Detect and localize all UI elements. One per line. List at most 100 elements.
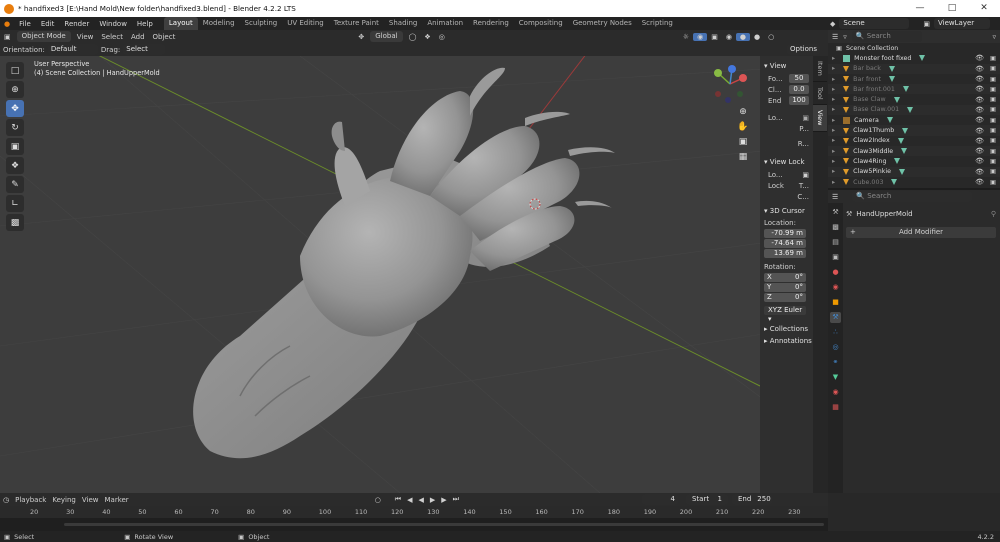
clip-end-field[interactable]: 100 [789, 96, 809, 105]
start-frame-field[interactable]: Start 1 [685, 494, 728, 505]
minimize-button[interactable]: — [904, 0, 936, 17]
ortho-grid-icon[interactable]: ▦ [737, 151, 749, 163]
cursor-tool-icon[interactable]: ⊕ [6, 81, 24, 98]
render-visibility-icon[interactable]: ▣ [990, 86, 996, 93]
world-tab-icon[interactable]: ◉ [830, 282, 841, 293]
tab-modeling[interactable]: Modeling [198, 17, 240, 30]
outliner-item[interactable]: ▸ Base Claw 👁 ▣ [828, 94, 1000, 104]
jump-start-icon[interactable]: ⏮ [392, 495, 404, 504]
render-visibility-icon[interactable]: ▣ [990, 179, 996, 186]
rotation-mode-dropdown[interactable]: XYZ Euler ▾ [764, 306, 806, 323]
transform-tool-icon[interactable]: ❖ [6, 157, 24, 174]
timeline-track[interactable] [0, 518, 828, 531]
pan-hand-icon[interactable]: ✋ [737, 121, 749, 133]
visibility-eye-icon[interactable]: 👁 [975, 54, 984, 62]
shading-solid-icon[interactable]: ● [735, 32, 751, 41]
rotation-y-field[interactable]: Y 0° [764, 283, 806, 292]
tab-item[interactable]: Item [813, 56, 827, 82]
mode-dropdown[interactable]: Object Mode [16, 31, 71, 42]
prev-key-icon[interactable]: ◀ [404, 496, 415, 504]
view-lock-header[interactable]: ▾ View Lock [764, 158, 813, 166]
xray-icon[interactable]: ▣ [707, 33, 722, 41]
local-p-label[interactable]: P... [799, 125, 809, 133]
eyedropper-icon[interactable]: ▣ [802, 171, 809, 179]
render-visibility-icon[interactable]: ▣ [990, 168, 996, 175]
blender-menu-icon[interactable]: ● [0, 20, 14, 28]
gizmo-toggle-icon[interactable]: ☼ [679, 33, 693, 41]
scene-name[interactable]: Scene [839, 18, 910, 29]
menu-object[interactable]: Object [149, 33, 180, 41]
shading-rendered-icon[interactable]: ○ [764, 33, 778, 41]
jump-end-icon[interactable]: ⏭ [450, 495, 462, 504]
menu-select[interactable]: Select [97, 33, 127, 41]
overlay-icon[interactable]: ◉ [693, 32, 708, 41]
visibility-eye-icon[interactable]: 👁 [975, 96, 984, 104]
lock-camera-checkbox[interactable]: C... [797, 193, 809, 201]
outliner-item[interactable]: ▸ Bar back 👁 ▣ [828, 63, 1000, 74]
collections-header[interactable]: ▸ Collections [764, 325, 813, 333]
scale-tool-icon[interactable]: ▣ [6, 138, 24, 155]
drag-dropdown[interactable]: Select Box [123, 44, 166, 64]
timeline-editor-icon[interactable]: ◷ [0, 496, 12, 504]
properties-editor-icon[interactable]: ☰ [832, 193, 838, 201]
tool-tab-icon[interactable]: ⚒ [830, 207, 841, 218]
menu-marker[interactable]: Marker [101, 496, 131, 504]
menu-file[interactable]: File [14, 20, 36, 28]
shading-material-icon[interactable]: ● [750, 33, 764, 41]
tab-compositing[interactable]: Compositing [514, 17, 568, 30]
menu-window[interactable]: Window [94, 20, 132, 28]
add-modifier-button[interactable]: + Add Modifier [846, 227, 996, 238]
render-visibility-icon[interactable]: ▣ [990, 106, 996, 113]
cursor-z-field[interactable]: 13.69 m [764, 249, 806, 258]
next-key-icon[interactable]: ▶ [438, 496, 449, 504]
tab-rendering[interactable]: Rendering [468, 17, 514, 30]
viewlayer-icon[interactable]: ▣ [923, 20, 930, 28]
render-visibility-icon[interactable]: ▣ [990, 137, 996, 144]
render-visibility-icon[interactable]: ▣ [990, 117, 996, 124]
measure-tool-icon[interactable]: ∟ [6, 195, 24, 212]
menu-view[interactable]: View [73, 33, 98, 41]
visibility-eye-icon[interactable]: 👁 [975, 168, 984, 176]
3d-cursor-header[interactable]: ▾ 3D Cursor [764, 207, 813, 215]
outliner-search-input[interactable]: 🔍 Search [851, 31, 922, 42]
record-icon[interactable]: ○ [372, 496, 384, 504]
orientation-dropdown[interactable]: Default [47, 44, 98, 55]
editor-type-icon[interactable]: ▣ [0, 33, 15, 41]
data-tab-icon[interactable]: ▼ [830, 372, 841, 383]
render-visibility-icon[interactable]: ▣ [990, 96, 996, 103]
rotate-tool-icon[interactable]: ↻ [6, 119, 24, 136]
properties-search-input[interactable]: 🔍 Search [852, 191, 973, 202]
menu-render[interactable]: Render [59, 20, 94, 28]
select-box-tool-icon[interactable]: □ [6, 62, 24, 79]
outliner-item[interactable]: ▸ Base Claw.001 👁 ▣ [828, 104, 1000, 116]
constraints-tab-icon[interactable]: ⚭ [830, 357, 841, 368]
tab-scripting[interactable]: Scripting [637, 17, 678, 30]
render-visibility-icon[interactable]: ▣ [990, 65, 996, 72]
navigation-gizmo[interactable] [710, 64, 750, 104]
play-icon[interactable]: ▶ [427, 496, 438, 504]
clip-start-field[interactable]: 0.0 [789, 85, 809, 94]
view-layer-name[interactable]: ViewLayer [934, 18, 991, 29]
cursor-y-field[interactable]: -74.64 m [764, 239, 806, 248]
visibility-eye-icon[interactable]: 👁 [975, 137, 984, 145]
tab-tool[interactable]: Tool [813, 82, 827, 106]
play-reverse-icon[interactable]: ◀ [416, 496, 427, 504]
menu-add[interactable]: Add [127, 33, 149, 41]
outliner-item[interactable]: ▸ Claw3Middle 👁 ▣ [828, 145, 1000, 157]
rotation-z-field[interactable]: Z 0° [764, 293, 806, 302]
outliner-item[interactable]: ▸ Cube.003 👁 ▣ [828, 177, 1000, 187]
outliner-item[interactable]: ▸ Camera 👁 ▣ [828, 115, 1000, 125]
timeline-ruler[interactable]: 20 30 40 50 60 70 80 90 100 110 120 130 140 150 160 170… [0, 506, 828, 518]
visibility-eye-icon[interactable]: 👁 [975, 75, 984, 83]
outliner-item[interactable]: ▸ Claw5Pinkie 👁 ▣ [828, 166, 1000, 177]
zoom-icon[interactable]: ⊕ [737, 106, 749, 118]
add-cube-tool-icon[interactable]: ▩ [6, 214, 24, 231]
view-section-header[interactable]: ▾ View [764, 62, 813, 70]
end-frame-field[interactable]: End 250 [731, 494, 772, 505]
shading-wireframe-icon[interactable]: ◉ [722, 33, 736, 41]
render-visibility-icon[interactable]: ▣ [990, 148, 996, 155]
menu-keying[interactable]: Keying [49, 496, 79, 504]
filter-icon[interactable]: ▿ [843, 33, 847, 41]
tab-geometry-nodes[interactable]: Geometry Nodes [568, 17, 637, 30]
outliner-filter-icon[interactable]: ▿ [992, 33, 996, 41]
